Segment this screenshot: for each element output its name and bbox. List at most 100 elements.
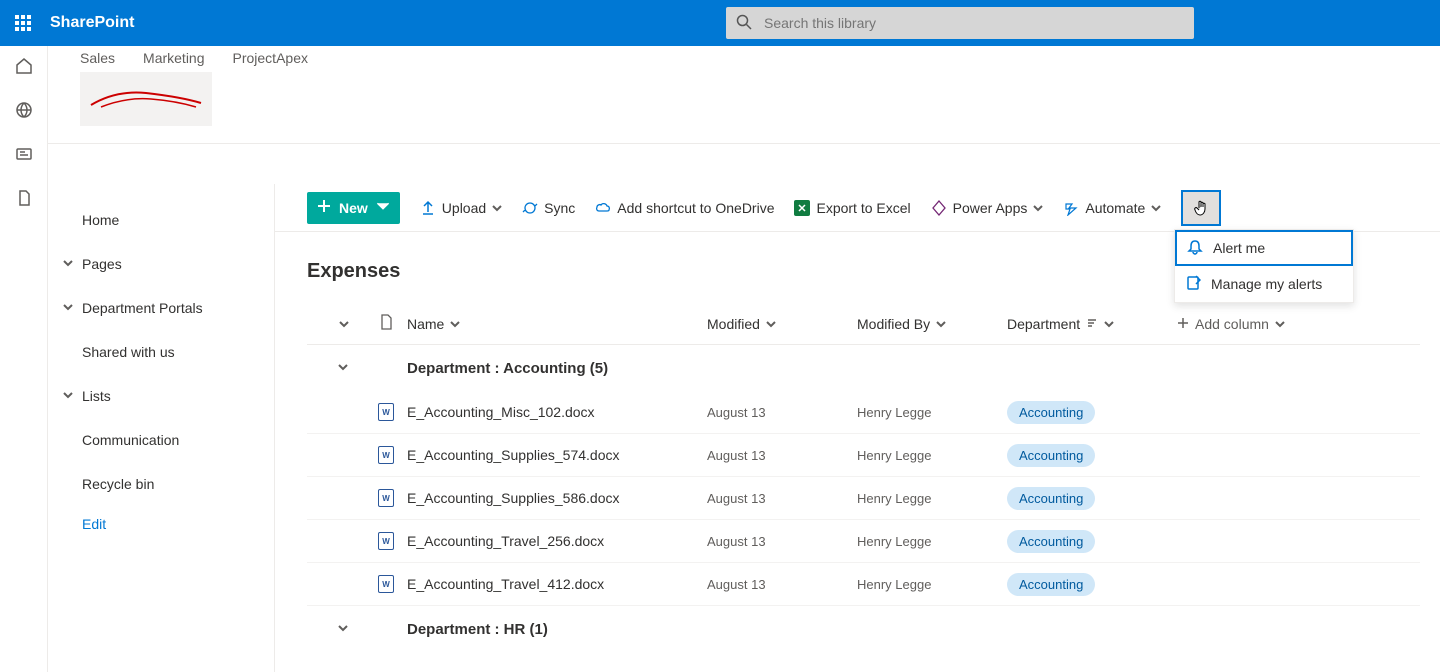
file-name[interactable]: E_Accounting_Misc_102.docx [407,404,595,420]
modified-by[interactable]: Henry Legge [857,577,931,592]
chevron-down-icon [62,300,74,316]
group-header-hr[interactable]: Department : HR (1) [307,606,1420,652]
nav-label: Department Portals [82,300,203,316]
upload-button[interactable]: Upload [420,200,502,216]
add-shortcut-button[interactable]: Add shortcut to OneDrive [595,200,774,216]
nav-lists[interactable]: Lists [48,374,274,418]
select-all-toggle[interactable] [339,316,349,332]
chevron-down-icon [62,388,74,404]
export-excel-button[interactable]: Export to Excel [794,200,910,216]
power-apps-button[interactable]: Power Apps [931,200,1044,216]
hub-link-projectapex[interactable]: ProjectApex [233,50,308,66]
nav-label: Home [82,212,119,228]
table-row[interactable]: E_Accounting_Misc_102.docxAugust 13Henry… [307,391,1420,434]
department-pill: Accounting [1007,573,1095,596]
site-logo[interactable] [80,72,212,126]
file-name[interactable]: E_Accounting_Travel_256.docx [407,533,604,549]
sync-icon [522,200,538,216]
manage-alerts-label: Manage my alerts [1211,276,1322,292]
nav-home[interactable]: Home [48,198,274,242]
modified-by[interactable]: Henry Legge [857,405,931,420]
file-name[interactable]: E_Accounting_Supplies_586.docx [407,490,620,506]
plus-icon [1177,316,1189,332]
chevron-down-icon [1033,200,1043,216]
table-row[interactable]: E_Accounting_Supplies_574.docxAugust 13H… [307,434,1420,477]
chevron-down-icon [766,316,776,332]
column-modified-by[interactable]: Modified By [857,316,1007,332]
word-doc-icon [378,489,394,507]
table-header: Name Modified Modified By Department Add… [307,303,1420,345]
word-doc-icon [378,403,394,421]
manage-alerts-icon [1185,275,1201,294]
modified-by[interactable]: Henry Legge [857,448,931,463]
chevron-down-icon [376,199,390,216]
nav-label: Communication [82,432,179,448]
group-by-icon [1086,316,1098,332]
alert-me-label: Alert me [1213,240,1265,256]
column-name[interactable]: Name [407,316,707,332]
plus-icon [317,199,331,216]
chevron-down-icon [1151,200,1161,216]
search-box[interactable] [726,7,1194,39]
sync-label: Sync [544,200,575,216]
nav-department-portals[interactable]: Department Portals [48,286,274,330]
department-pill: Accounting [1007,487,1095,510]
automate-button[interactable]: Automate [1063,200,1161,216]
column-modified[interactable]: Modified [707,316,857,332]
nav-label: Lists [82,388,111,404]
search-input[interactable] [764,15,1184,31]
chevron-down-icon [492,200,502,216]
nav-recycle-bin[interactable]: Recycle bin [48,462,274,506]
chevron-down-icon [936,316,946,332]
export-label: Export to Excel [816,200,910,216]
file-name[interactable]: E_Accounting_Travel_412.docx [407,576,604,592]
sync-button[interactable]: Sync [522,200,575,216]
rail-files-icon[interactable] [14,188,34,208]
modified-by[interactable]: Henry Legge [857,491,931,506]
add-column-button[interactable]: Add column [1177,316,1307,332]
group-label: Department : HR (1) [365,621,548,638]
group-header-accounting[interactable]: Department : Accounting (5) [307,345,1420,391]
new-button[interactable]: New [307,192,400,224]
table-row[interactable]: E_Accounting_Travel_256.docx August 13 Hen… [307,520,1420,563]
suite-brand[interactable]: SharePoint [50,14,134,32]
rail-globe-icon[interactable] [14,100,34,120]
automate-icon [1063,200,1079,216]
modified-date: August 13 [707,534,766,549]
nav-shared-with-us[interactable]: Shared with us [48,330,274,374]
chevron-down-icon [450,316,460,332]
word-doc-icon [378,446,394,464]
more-actions-menu: Alert me Manage my alerts [1174,229,1354,303]
site-nav: Home Pages Department Portals Shared wit… [48,184,275,672]
powerapps-label: Power Apps [953,200,1028,216]
file-name[interactable]: E_Accounting_Supplies_574.docx [407,447,620,463]
upload-label: Upload [442,200,486,216]
modified-by[interactable]: Henry Legge [857,534,931,549]
nav-edit-link[interactable]: Edit [48,516,274,532]
chevron-down-icon [337,621,349,638]
power-apps-icon [931,200,947,216]
nav-pages[interactable]: Pages [48,242,274,286]
more-actions-button[interactable] [1181,190,1221,226]
hub-link-marketing[interactable]: Marketing [143,50,204,66]
app-launcher-button[interactable] [0,0,46,46]
rail-home-icon[interactable] [14,56,34,76]
file-type-icon [379,314,393,333]
column-department[interactable]: Department [1007,316,1177,332]
nav-communication[interactable]: Communication [48,418,274,462]
table-row[interactable]: E_Accounting_Supplies_586.docxAugust 13H… [307,477,1420,520]
nav-label: Pages [82,256,122,272]
rail-news-icon[interactable] [14,144,34,164]
manage-alerts-item[interactable]: Manage my alerts [1175,266,1353,302]
chevron-down-icon [1275,316,1285,332]
table-row[interactable]: E_Accounting_Travel_412.docx August 13 Hen… [307,563,1420,606]
modified-date: August 13 [707,577,766,592]
document-table: Name Modified Modified By Department Add… [275,303,1440,652]
word-doc-icon [378,532,394,550]
nav-label: Recycle bin [82,476,154,492]
command-bar: New Upload Sync Add shortcut to OneDrive… [275,184,1440,232]
chevron-down-icon [62,256,74,272]
alert-me-item[interactable]: Alert me [1175,230,1353,266]
department-pill: Accounting [1007,401,1095,424]
hub-link-sales[interactable]: Sales [80,50,115,66]
